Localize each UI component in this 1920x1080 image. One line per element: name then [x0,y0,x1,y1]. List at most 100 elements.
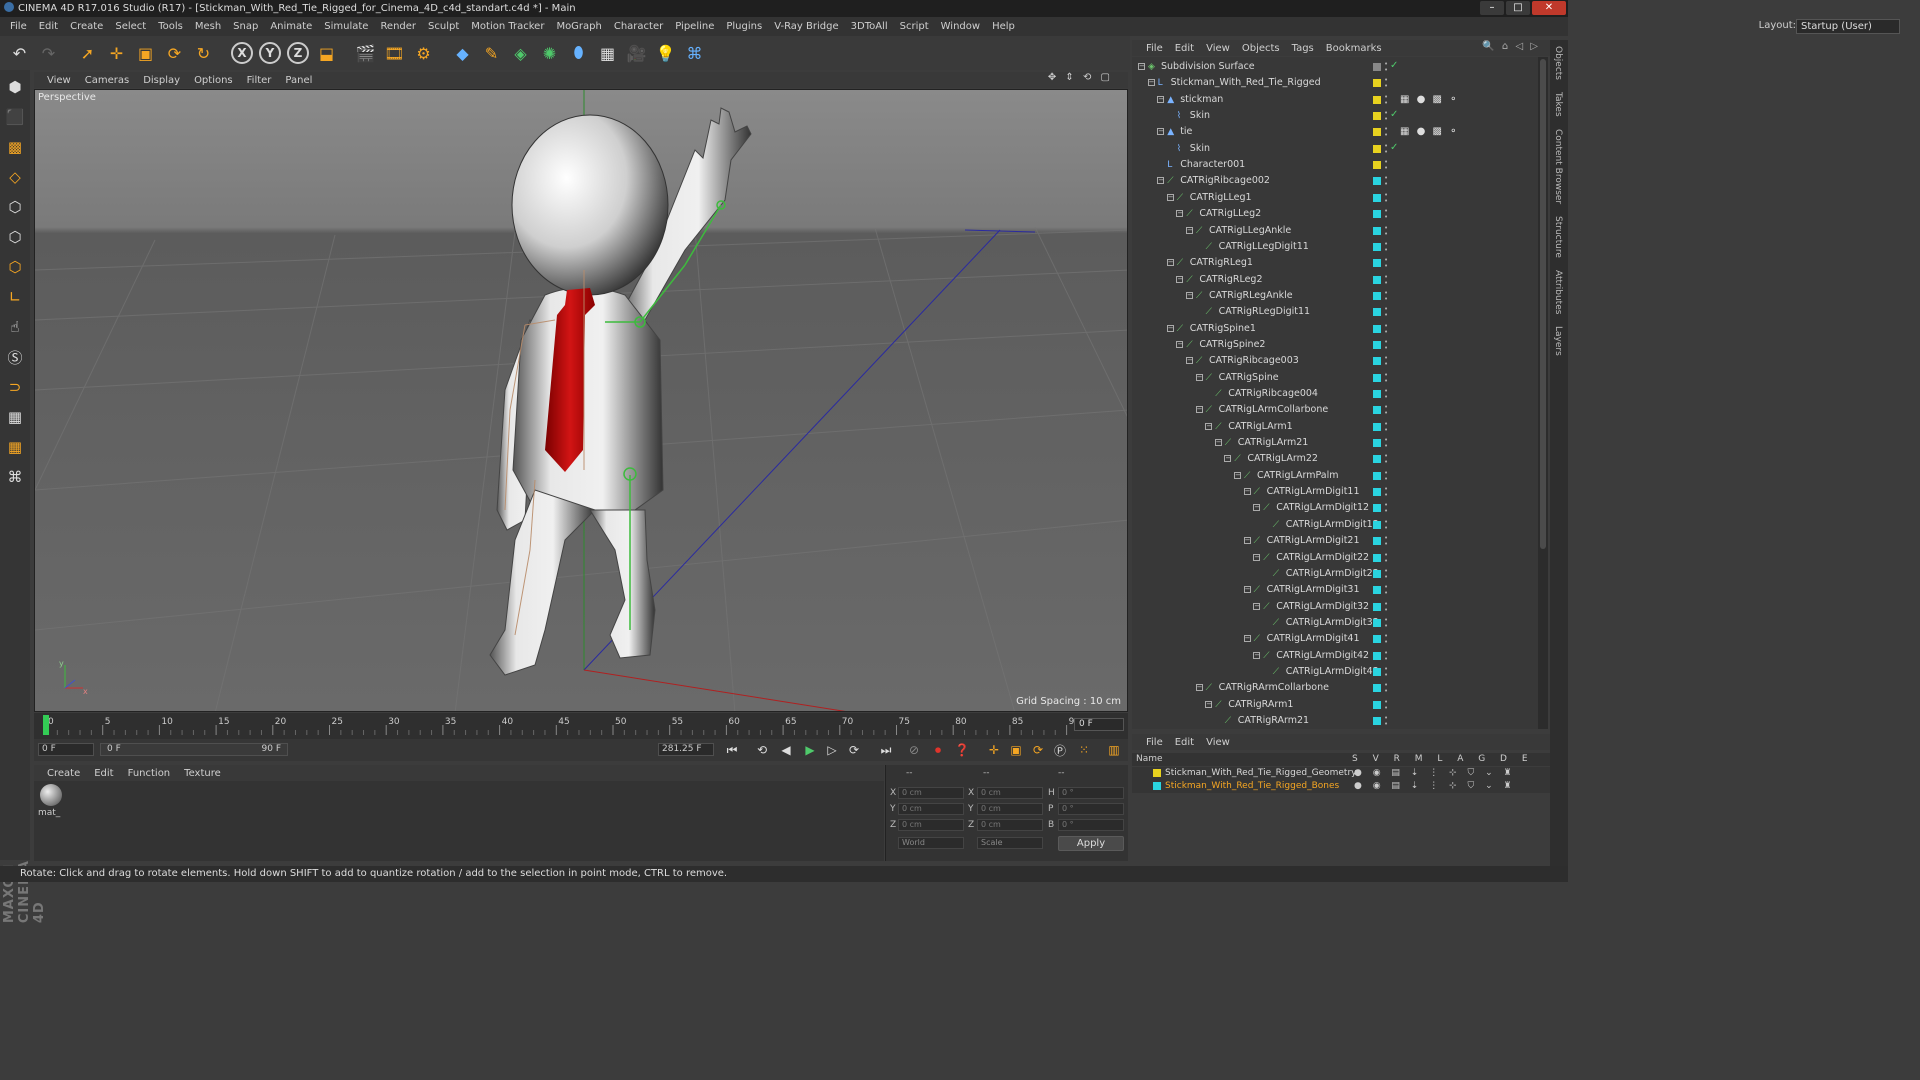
magnet-icon[interactable]: ⊃ [2,374,28,400]
visibility-dots[interactable]: • • [1384,649,1388,662]
menu-snap[interactable]: Snap [227,21,264,32]
minimize-button[interactable]: – [1480,1,1504,15]
menu-character[interactable]: Character [608,21,669,32]
menu-mograph[interactable]: MoGraph [550,21,607,32]
y-axis-lock-button[interactable]: Y [259,42,281,64]
layer-color-swatch[interactable] [1373,112,1381,121]
expand-toggle-icon[interactable]: − [1166,324,1174,332]
layer-color-swatch[interactable] [1373,667,1381,676]
object-row[interactable]: − ⟋ CATRigRibcage002 • • [1132,173,1538,189]
object-row[interactable]: − ⟋ CATRigLArmDigit32 • • [1132,599,1538,615]
expand-toggle-icon[interactable]: − [1243,488,1251,496]
visibility-dots[interactable]: • • [1384,240,1388,253]
menu-help[interactable]: Help [986,21,1021,32]
undo-icon[interactable]: ↶ [6,40,33,67]
visibility-dots[interactable]: • • [1384,682,1388,695]
visibility-dots[interactable]: • • [1384,257,1388,270]
go-to-start-icon[interactable]: ⏮ [722,740,742,760]
object-row[interactable]: − ⟋ CATRigSpine • • [1132,370,1538,386]
layer-name[interactable]: Stickman_With_Red_Tie_Rigged_Bones [1165,780,1339,793]
render-settings-icon[interactable]: ⚙ [410,40,437,67]
object-row[interactable]: − Ⅼ Stickman_With_Red_Tie_Rigged • • [1132,75,1538,91]
visibility-dots[interactable]: • • [1384,175,1388,188]
coordinate-space-dropdown[interactable]: World [898,837,964,849]
layer-color-swatch[interactable] [1373,193,1381,202]
object-row[interactable]: − ⟋ CATRigLArmDigit31 • • [1132,582,1538,598]
layer-color-swatch[interactable] [1373,422,1381,431]
side-tab-content-browser[interactable]: Content Browser [1550,123,1566,210]
object-row[interactable]: − ⟋ CATRigRLeg1 • • [1132,255,1538,271]
layer-color-swatch[interactable] [1373,95,1381,104]
menu-pipeline[interactable]: Pipeline [669,21,720,32]
position-z-field[interactable]: 0 cm [898,819,964,831]
timeline-ruler[interactable]: 051015202530354045505560657075808590 0 F [34,713,1128,739]
object-row[interactable]: ⟋ CATRigLLegDigit11 • • [1132,239,1538,255]
object-row[interactable]: − ⟋ CATRigRArmCollarbone • • [1132,680,1538,696]
object-row[interactable]: − ⟋ CATRigRibcage003 • • [1132,353,1538,369]
layer-color-swatch[interactable] [1373,618,1381,627]
menu-animate[interactable]: Animate [264,21,318,32]
layer-color-swatch[interactable] [1373,308,1381,317]
visibility-dots[interactable]: • • [1384,502,1388,515]
redo-icon[interactable]: ↷ [35,40,62,67]
move-tool-icon[interactable]: ✛ [103,40,130,67]
expand-toggle-icon[interactable]: − [1214,439,1222,447]
previous-frame-icon[interactable]: ◀ [776,740,796,760]
visibility-dots[interactable]: • • [1384,616,1388,629]
scale-tool-icon[interactable]: ▣ [132,40,159,67]
current-frame-field[interactable]: 0 F [1074,718,1124,731]
deformer-icon[interactable]: ⬮ [565,40,592,67]
expand-toggle-icon[interactable]: − [1166,193,1174,201]
object-row[interactable]: − ⟋ CATRigSpine2 • • [1132,337,1538,353]
viewport-menu-panel[interactable]: Panel [278,75,319,86]
material-menu-create[interactable]: Create [40,768,87,779]
visibility-dots[interactable]: • • [1384,420,1388,433]
rotation-p-field[interactable]: 0 ° [1058,803,1124,815]
visibility-dots[interactable]: • • [1384,404,1388,417]
next-key-icon[interactable]: ⟳ [844,740,864,760]
visibility-dots[interactable]: • • [1384,191,1388,204]
viewport-menu-cameras[interactable]: Cameras [78,75,136,86]
expand-toggle-icon[interactable]: − [1195,684,1203,692]
object-row[interactable]: ⟋ CATRigLArmDigit13 • • [1132,517,1538,533]
viewport[interactable]: y x Perspective Grid Spacing : 10 cm [34,89,1128,712]
play-icon[interactable]: ▶ [800,740,820,760]
layer-color-swatch[interactable] [1373,684,1381,693]
expand-toggle-icon[interactable]: − [1186,291,1193,299]
layer-color-swatch[interactable] [1373,161,1381,170]
menu-sculpt[interactable]: Sculpt [422,21,465,32]
expand-toggle-icon[interactable]: − [1186,226,1193,234]
layout-dropdown[interactable]: Startup (User) [1796,19,1900,34]
layer-color-swatch[interactable] [1373,504,1381,513]
expand-toggle-icon[interactable]: − [1253,553,1261,561]
layer-menu-view[interactable]: View [1200,737,1236,748]
expand-toggle-icon[interactable]: − [1176,275,1184,283]
expand-toggle-icon[interactable]: − [1195,373,1203,381]
expand-toggle-icon[interactable]: − [1253,504,1261,512]
key-param-icon[interactable]: Ⓟ [1050,740,1070,760]
python-script-icon[interactable]: ⌘ [2,464,28,490]
object-manager-search-icon[interactable]: 🔍 ⌂ ◁ ▷ [1476,41,1546,52]
visibility-dots[interactable]: • • [1384,224,1388,237]
visibility-dots[interactable]: • • [1384,665,1388,678]
menu-v-ray-bridge[interactable]: V-Ray Bridge [768,21,844,32]
layer-menu-file[interactable]: File [1140,737,1169,748]
object-row[interactable]: − ⟋ CATRigLArmPalm • • [1132,468,1538,484]
enabled-check-icon[interactable]: ✓ [1390,109,1398,120]
python-icon[interactable]: ⌘ [681,40,708,67]
rotation-b-field[interactable]: 0 ° [1058,819,1124,831]
object-row[interactable]: − ⟋ CATRigLArmDigit11 • • [1132,484,1538,500]
light-icon[interactable]: 💡 [652,40,679,67]
expand-toggle-icon[interactable]: − [1243,635,1251,643]
visibility-dots[interactable]: • • [1384,567,1388,580]
layer-color-swatch[interactable] [1153,781,1161,790]
visibility-dots[interactable]: • • [1384,486,1388,499]
cloner-icon[interactable]: ✺ [536,40,563,67]
position-y-field[interactable]: 0 cm [898,803,964,815]
frame-range-slider[interactable]: 0 F 90 F [100,743,288,756]
layer-color-swatch[interactable] [1373,63,1381,71]
expand-toggle-icon[interactable]: − [1147,79,1155,87]
object-row[interactable]: ⟋ CATRigLArmDigit33 • • [1132,615,1538,631]
menu-edit[interactable]: Edit [33,21,64,32]
object-row[interactable]: − ⟋ CATRigLArmDigit22 • • [1132,550,1538,566]
